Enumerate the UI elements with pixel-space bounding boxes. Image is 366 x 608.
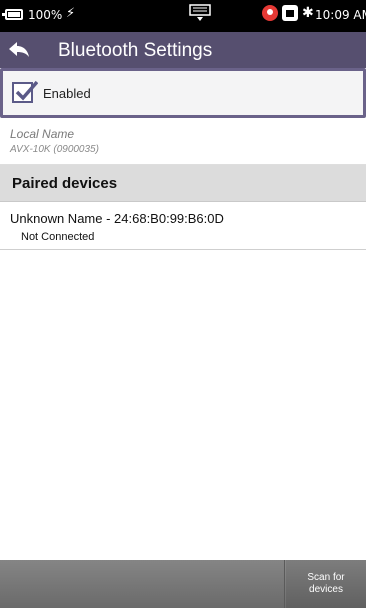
title-bar: Bluetooth Settings [0,32,366,68]
local-name-label: Local Name [10,127,75,141]
battery-icon [2,9,23,20]
paired-devices-header: Paired devices [0,165,366,202]
status-bar: 100% ⚡ ✱ 10:09 AM [0,0,366,32]
bluetooth-icon: ✱ [302,5,314,21]
enabled-label: Enabled [43,86,91,101]
status-time: 10:09 AM [315,8,366,22]
bottom-bar-spacer [0,560,285,608]
list-item[interactable]: Unknown Name - 24:68:B0:99:B6:0D Not Con… [0,202,366,250]
location-pin-icon [262,5,278,21]
page-title: Bluetooth Settings [58,40,213,61]
scan-for-devices-button[interactable]: Scan for devices [286,560,366,608]
battery-percent: 100% [28,8,63,22]
scan-button-label: Scan for devices [307,572,345,595]
usb-icon [282,5,298,21]
device-status: Not Connected [21,231,95,243]
paired-devices-title: Paired devices [12,175,118,192]
charging-bolt-icon: ⚡ [66,6,76,21]
enabled-toggle-row[interactable]: Enabled [0,68,366,118]
bottom-action-bar: Scan for devices [0,560,366,608]
device-name: Unknown Name - 24:68:B0:99:B6:0D [10,211,224,226]
keyboard-icon [189,4,211,21]
local-name-section[interactable]: Local Name AVX-10K (0900035) [0,118,366,165]
back-arrow-icon[interactable] [8,41,30,59]
checkmark-icon [15,80,38,101]
enabled-checkbox[interactable] [12,80,38,103]
local-name-value: AVX-10K (0900035) [10,144,99,155]
